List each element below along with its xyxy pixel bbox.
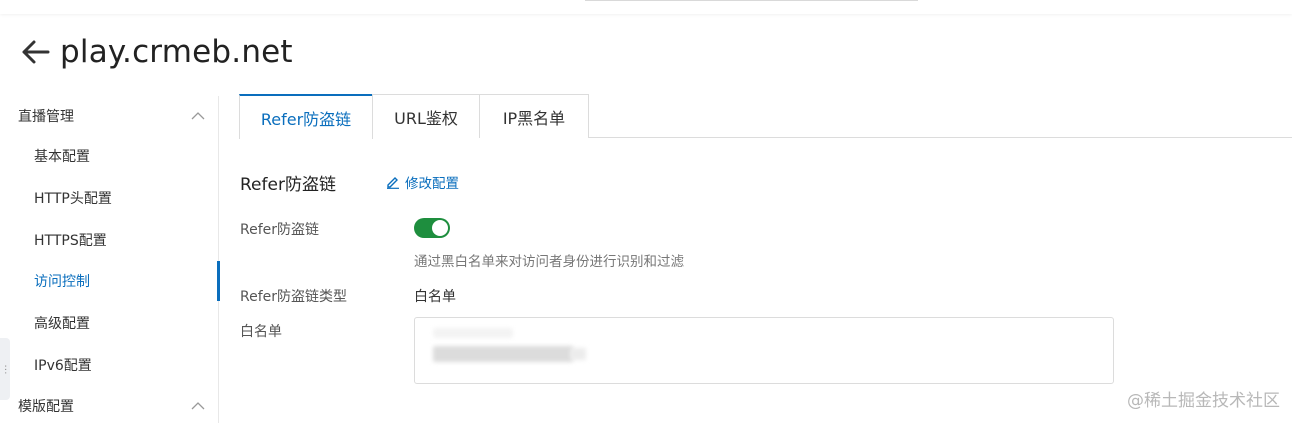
refer-type-label: Refer防盗链类型 [240,289,348,305]
toggle-knob [432,220,448,236]
sidebar-item-ipv6-config[interactable]: IPv6配置 [0,345,219,385]
sidebar-item-label: 高级配置 [34,316,90,332]
arrow-left-icon[interactable] [18,35,52,69]
redacted-text [433,346,573,362]
sidebar-group-label: 模版配置 [18,399,74,415]
edit-config-link[interactable]: 修改配置 [386,172,459,192]
redacted-text [433,328,513,338]
tab-label: URL鉴权 [394,108,458,128]
refer-type-value: 白名单 [414,289,456,305]
sidebar-item-label: 基本配置 [34,149,90,165]
chevron-up-icon [191,402,205,410]
tab-bar: Refer防盗链 URL鉴权 IP黑名单 [239,94,1292,139]
tab-ip-blacklist[interactable]: IP黑名单 [479,94,589,138]
sidebar-item-label: HTTP头配置 [34,191,112,207]
top-bar-divider [585,0,918,1]
whitelist-textarea[interactable] [414,317,1114,384]
section-title: Refer防盗链 [240,175,336,195]
sidebar-group-template-config[interactable]: 模版配置 [0,386,218,423]
tab-refer-hotlink[interactable]: Refer防盗链 [239,94,373,139]
sidebar-collapse-handle[interactable]: ⋯ [0,338,11,400]
sidebar-item-label: IPv6配置 [34,358,92,374]
sidebar-item-basic-config[interactable]: 基本配置 [0,136,219,176]
chevron-up-icon [191,112,205,120]
edit-icon [387,177,399,189]
sidebar: 直播管理 基本配置 HTTP头配置 HTTPS配置 访问控制 高级配置 IPv6… [0,96,220,423]
watermark: @稀土掘金技术社区 [1127,391,1280,411]
sidebar-item-https-config[interactable]: HTTPS配置 [0,220,219,260]
sidebar-group-live-management[interactable]: 直播管理 [0,96,218,136]
refer-toggle-label: Refer防盗链 [240,222,320,238]
sidebar-item-access-control[interactable]: 访问控制 [0,261,220,301]
tab-url-auth[interactable]: URL鉴权 [372,94,480,138]
redacted-text [570,348,586,360]
sidebar-group-label: 直播管理 [18,109,74,125]
page-header: play.crmeb.net [18,30,293,74]
tab-label: Refer防盗链 [260,109,352,129]
sidebar-item-http-header-config[interactable]: HTTP头配置 [0,178,219,218]
edit-config-label: 修改配置 [405,176,459,192]
page-title: play.crmeb.net [60,34,293,70]
refer-hint-text: 通过黑白名单来对访问者身份进行识别和过滤 [414,254,684,270]
active-indicator [217,261,220,301]
sidebar-item-advanced-config[interactable]: 高级配置 [0,303,219,343]
sidebar-item-label: 访问控制 [34,274,90,290]
refer-hotlink-toggle[interactable] [414,218,450,238]
sidebar-item-label: HTTPS配置 [34,233,107,249]
top-bar [0,0,1292,14]
tab-label: IP黑名单 [502,108,566,128]
whitelist-label: 白名单 [240,324,282,340]
